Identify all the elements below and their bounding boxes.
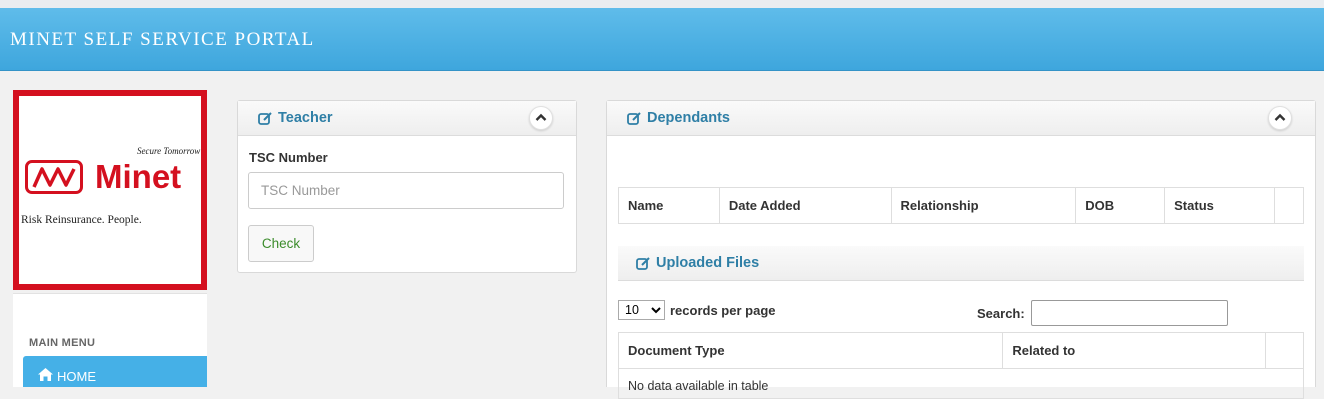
dependants-panel-title: Dependants	[647, 110, 730, 126]
logo-brand: Minet	[95, 158, 182, 195]
table-header-row: Name Date Added Relationship DOB Status	[618, 187, 1305, 224]
sidebar-item-label: HOME	[57, 369, 96, 384]
top-strip	[0, 0, 1324, 8]
col-actions	[1273, 187, 1305, 224]
dependants-panel: Dependants Name Date Added Relationship …	[606, 100, 1316, 399]
chevron-up-icon	[535, 113, 547, 121]
teacher-panel: Teacher TSC Number Check	[237, 100, 577, 273]
col-actions	[1265, 332, 1304, 369]
logo-slogan: Risk Reinsurance. People.	[21, 214, 142, 226]
collapse-teacher-button[interactable]	[529, 106, 553, 130]
dependants-title-wrap: Dependants	[627, 110, 730, 126]
tsc-number-input[interactable]	[248, 172, 564, 209]
teacher-panel-header: Teacher	[238, 101, 576, 136]
col-document-type[interactable]: Document Type	[617, 332, 1004, 369]
records-per-page-label: records per page	[670, 303, 776, 318]
logo-mark-icon	[25, 160, 83, 194]
teacher-title-wrap: Teacher	[258, 110, 333, 126]
home-icon	[38, 368, 53, 381]
logo-tagline: Secure Tomorrow	[137, 146, 201, 156]
col-status[interactable]: Status	[1164, 187, 1275, 224]
chevron-up-icon	[1274, 113, 1286, 121]
sidebar-menu: MAIN MENU HOME	[13, 293, 207, 387]
app-title: MINET SELF SERVICE PORTAL	[10, 29, 315, 50]
dependants-table: Name Date Added Relationship DOB Status	[618, 187, 1305, 224]
edit-icon	[627, 111, 641, 125]
teacher-panel-title: Teacher	[278, 110, 333, 126]
uploaded-title-wrap: Uploaded Files	[636, 255, 759, 271]
check-button[interactable]: Check	[248, 225, 314, 262]
records-per-page-select[interactable]: 10	[618, 300, 665, 320]
col-date-added[interactable]: Date Added	[718, 187, 892, 224]
sidebar-item-home[interactable]: HOME	[23, 356, 207, 387]
minet-logo: Secure Tomorrow Minet Risk Reinsurance. …	[13, 90, 207, 290]
dependants-panel-header: Dependants	[607, 101, 1315, 136]
edit-icon	[636, 256, 650, 270]
search-input[interactable]	[1031, 300, 1228, 326]
table-header-row: Document Type Related to	[617, 332, 1304, 369]
empty-table-message: No data available in table	[618, 369, 1304, 399]
uploaded-files-table: Document Type Related to	[617, 332, 1304, 369]
col-relationship[interactable]: Relationship	[890, 187, 1077, 224]
app-header: MINET SELF SERVICE PORTAL	[0, 8, 1324, 71]
uploaded-files-title: Uploaded Files	[656, 255, 760, 271]
collapse-dependants-button[interactable]	[1268, 106, 1292, 130]
col-name[interactable]: Name	[618, 187, 720, 224]
col-related-to[interactable]: Related to	[1002, 332, 1267, 369]
tsc-number-label: TSC Number	[249, 150, 328, 165]
edit-icon	[258, 111, 272, 125]
search-label: Search:	[977, 306, 1025, 321]
col-dob[interactable]: DOB	[1075, 187, 1166, 224]
main-menu-label: MAIN MENU	[29, 337, 96, 349]
uploaded-files-header: Uploaded Files	[618, 246, 1304, 281]
